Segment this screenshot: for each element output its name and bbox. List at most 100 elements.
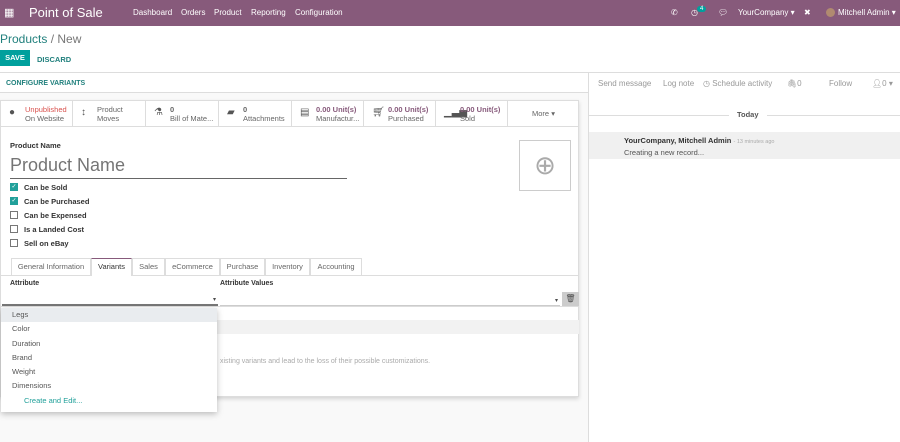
menu-product[interactable]: Product bbox=[214, 8, 242, 17]
sb-line1: 0.00 Unit(s) bbox=[316, 105, 357, 114]
tab-accounting[interactable]: Accounting bbox=[310, 258, 362, 275]
attribute-select[interactable]: ▾ bbox=[2, 293, 218, 306]
tab-inventory[interactable]: Inventory bbox=[265, 258, 310, 275]
clock-icon: ◷ bbox=[703, 79, 710, 88]
sell-on-ebay-checkbox[interactable] bbox=[10, 239, 18, 247]
bom-button[interactable]: ⚗ 0 Bill of Mate... bbox=[146, 101, 219, 127]
tab-purchase[interactable]: Purchase bbox=[220, 258, 265, 275]
schedule-activity-button[interactable]: ◷ Schedule activity bbox=[703, 79, 772, 88]
menu-reporting[interactable]: Reporting bbox=[251, 8, 286, 17]
tab-sales[interactable]: Sales bbox=[132, 258, 165, 275]
row-divider bbox=[1, 306, 579, 307]
discard-button[interactable]: DISCARD bbox=[37, 55, 71, 64]
sb-line2: Bill of Mate... bbox=[170, 114, 214, 123]
save-button[interactable]: SAVE bbox=[0, 50, 30, 66]
create-and-edit-option[interactable]: Create and Edit... bbox=[1, 394, 217, 408]
user-name: Mitchell Admin bbox=[838, 8, 890, 17]
menu-configuration[interactable]: Configuration bbox=[295, 8, 343, 17]
paperclip-icon: 🖇︎ bbox=[787, 79, 798, 88]
app-title[interactable]: Point of Sale bbox=[29, 5, 103, 20]
breadcrumb: Products / New bbox=[0, 32, 82, 46]
debug-tools-icon[interactable]: ✖ bbox=[804, 8, 811, 17]
schedule-activity-label: Schedule activity bbox=[712, 79, 773, 88]
tab-ecommerce[interactable]: eCommerce bbox=[165, 258, 220, 275]
option-duration[interactable]: Duration bbox=[1, 337, 217, 351]
sb-line1: 0 bbox=[243, 105, 248, 114]
tab-general-information[interactable]: General Information bbox=[11, 258, 91, 275]
can-be-sold-checkbox[interactable]: ✓ bbox=[10, 183, 18, 191]
sell-on-ebay-label: Sell on eBay bbox=[24, 239, 69, 248]
user-menu[interactable]: Mitchell Admin ▾ bbox=[838, 8, 896, 17]
can-be-expensed-checkbox[interactable] bbox=[10, 211, 18, 219]
sb-line2: Manufactur... bbox=[316, 114, 360, 123]
landed-cost-label: Is a Landed Cost bbox=[24, 225, 85, 234]
chat-icon[interactable]: 💬︎ bbox=[718, 8, 728, 17]
globe-icon: ● bbox=[9, 107, 16, 118]
tabs-divider bbox=[1, 275, 579, 276]
camera-add-icon[interactable]: ⊕ bbox=[519, 140, 571, 191]
flask-icon: ⚗ bbox=[154, 107, 163, 118]
attribute-dropdown: Legs Color Duration Brand Weight Dimensi… bbox=[1, 308, 217, 412]
trash-icon[interactable]: 🗑︎ bbox=[562, 292, 579, 306]
sb-line2: Attachments bbox=[243, 114, 285, 123]
message-time: - 13 minutes ago bbox=[733, 139, 775, 145]
followers-button[interactable]: 👤︎0 ▾ bbox=[872, 79, 893, 88]
statusbar: CONFIGURE VARIANTS bbox=[0, 73, 588, 93]
sb-line1: 0.00 Unit(s) bbox=[388, 105, 429, 114]
option-weight[interactable]: Weight bbox=[1, 365, 217, 379]
followers-count: 0 bbox=[882, 79, 887, 88]
option-dimensions[interactable]: Dimensions bbox=[1, 379, 217, 393]
attachments-count-value: 0 bbox=[797, 79, 802, 88]
sb-line2: Purchased bbox=[388, 114, 424, 123]
option-brand[interactable]: Brand bbox=[1, 351, 217, 365]
option-color[interactable]: Color bbox=[1, 322, 217, 336]
can-be-purchased-checkbox[interactable]: ✓ bbox=[10, 197, 18, 205]
phone-icon[interactable]: ✆ bbox=[671, 8, 678, 17]
breadcrumb-products[interactable]: Products bbox=[0, 32, 47, 46]
sold-button[interactable]: ▁▃▅ 0.00 Unit(s) Sold bbox=[436, 101, 508, 127]
attribute-values-header: Attribute Values bbox=[220, 280, 274, 287]
send-message-button[interactable]: Send message bbox=[598, 79, 651, 88]
apps-menu-icon[interactable]: ▦ bbox=[4, 6, 14, 19]
product-moves-button[interactable]: ↕ Product Moves bbox=[73, 101, 146, 127]
attachments-count[interactable]: 🖇︎0 bbox=[787, 79, 802, 88]
purchased-button[interactable]: 🛒︎ 0.00 Unit(s) Purchased bbox=[364, 101, 436, 127]
attachments-button[interactable]: ▰ 0 Attachments bbox=[219, 101, 292, 127]
sb-line2: On Website bbox=[25, 114, 65, 123]
control-panel: Products / New SAVE DISCARD bbox=[0, 26, 900, 73]
can-be-expensed-label: Can be Expensed bbox=[24, 211, 87, 220]
breadcrumb-current: New bbox=[57, 32, 82, 46]
book-icon: ▰ bbox=[227, 107, 235, 118]
sb-line2: Sold bbox=[460, 114, 476, 123]
message-body: Creating a new record... bbox=[624, 148, 705, 157]
follow-button[interactable]: Follow bbox=[829, 79, 852, 88]
sb-line1: 0 bbox=[170, 105, 175, 114]
cart-icon: 🛒︎ bbox=[372, 107, 385, 118]
log-note-button[interactable]: Log note bbox=[663, 79, 694, 88]
manufactured-button[interactable]: ▤ 0.00 Unit(s) Manufactur... bbox=[292, 101, 364, 127]
company-switcher[interactable]: YourCompany ▾ bbox=[738, 8, 795, 17]
more-label: More bbox=[532, 109, 550, 118]
arrows-v-icon: ↕ bbox=[81, 107, 86, 118]
option-legs[interactable]: Legs bbox=[1, 308, 217, 323]
menu-orders[interactable]: Orders bbox=[181, 8, 205, 17]
chatter: Send message Log note ◷ Schedule activit… bbox=[589, 73, 900, 442]
website-published-button[interactable]: ● Unpublished On Website bbox=[1, 101, 73, 127]
avatar bbox=[826, 8, 835, 17]
more-button[interactable]: More ▾ bbox=[508, 101, 579, 127]
user-icon: 👤︎ bbox=[872, 79, 883, 88]
author-name[interactable]: YourCompany, Mitchell Admin bbox=[624, 136, 731, 145]
today-label: Today bbox=[729, 110, 767, 119]
sb-line2: Moves bbox=[97, 114, 120, 123]
product-name-input[interactable] bbox=[10, 152, 347, 179]
landed-cost-checkbox[interactable] bbox=[10, 225, 18, 233]
configure-variants-button[interactable]: CONFIGURE VARIANTS bbox=[6, 80, 85, 87]
tab-variants[interactable]: Variants bbox=[91, 258, 132, 276]
menu-dashboard[interactable]: Dashboard bbox=[133, 8, 172, 17]
attribute-values-select[interactable]: ▾ bbox=[220, 293, 560, 306]
can-be-purchased-label: Can be Purchased bbox=[24, 197, 90, 206]
can-be-sold-label: Can be Sold bbox=[24, 183, 68, 192]
product-name-label: Product Name bbox=[10, 141, 61, 150]
sb-line1: Unpublished bbox=[25, 105, 67, 114]
sb-line1: 0.00 Unit(s) bbox=[460, 105, 501, 114]
